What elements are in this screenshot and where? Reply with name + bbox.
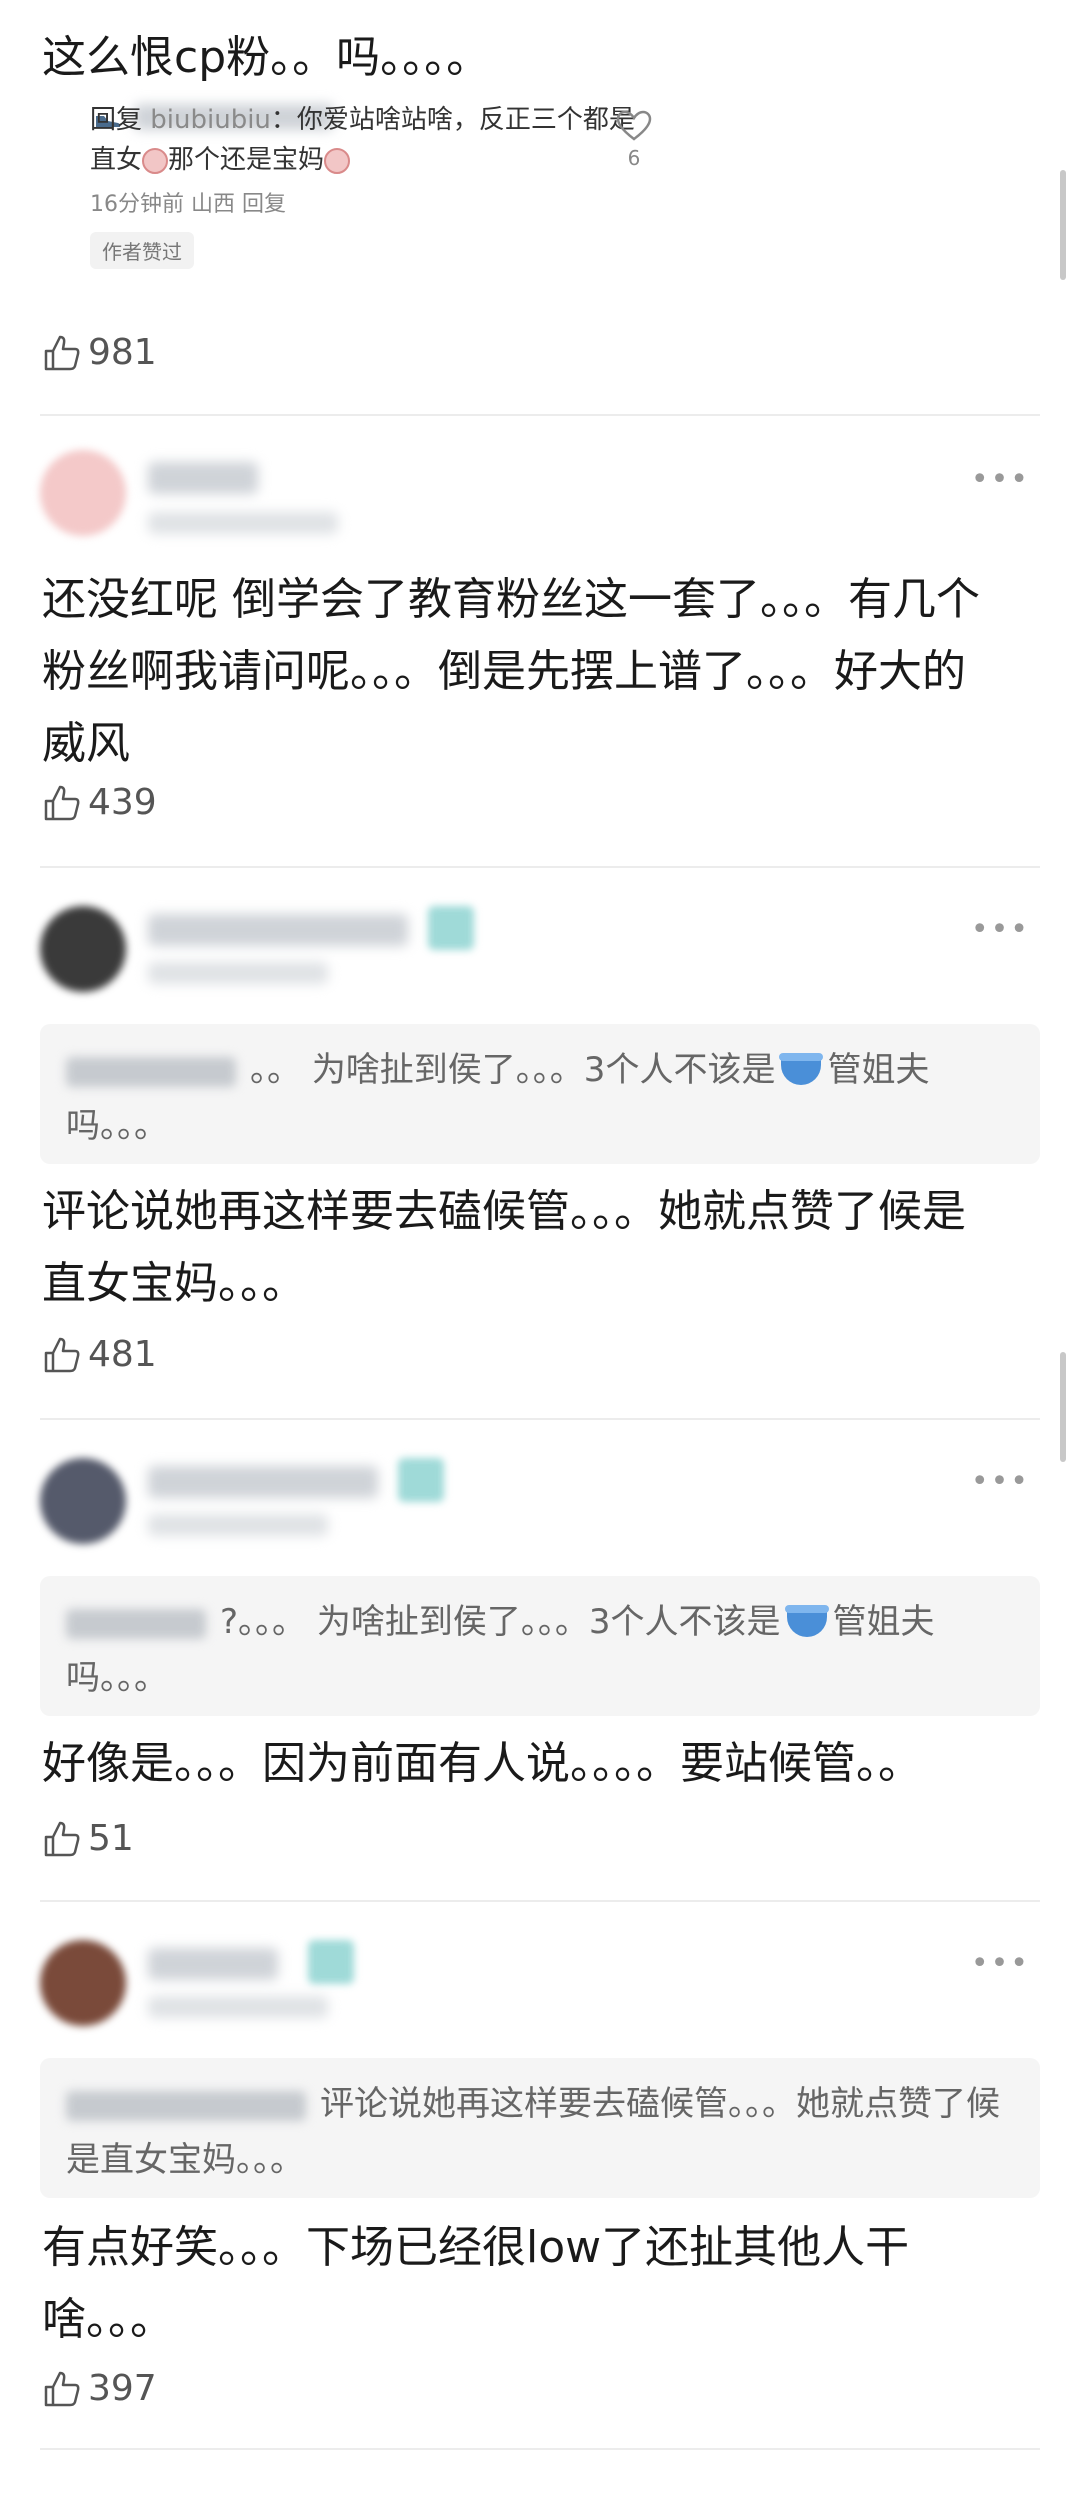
like-button[interactable]: 397 (42, 2368, 157, 2409)
thumbs-up-icon (44, 2371, 80, 2406)
bowl-icon (784, 1604, 829, 1637)
quoted-user-blur (66, 1056, 236, 1087)
more-options-icon[interactable]: ••• (971, 1464, 1030, 1499)
more-options-icon[interactable]: ••• (971, 912, 1030, 947)
like-count: 481 (88, 1334, 157, 1375)
more-options-icon[interactable]: ••• (971, 1946, 1030, 1981)
quoted-user-blur (66, 1608, 206, 1639)
heart-icon (616, 110, 652, 141)
comment-text: 这么恨cp粉。。吗。。。。 (42, 32, 491, 83)
bowl-icon (779, 1052, 824, 1085)
like-count: 397 (88, 2368, 157, 2409)
thumbs-up-icon (44, 1821, 80, 1856)
meta-blur (148, 512, 338, 534)
quote-text: ?。。。 为啥扯到侯了。。。3个人不该是 管姐夫吗。。。 (66, 1594, 1006, 1706)
comment-text: 好像是。。。因为前面有人说。。。。要站候管。。 (42, 1738, 922, 1789)
like-button[interactable]: 439 (42, 782, 157, 823)
comment-text: 有点好笑。。。下场已经很low了还扯其他人干啥。。。 (42, 2222, 910, 2345)
scrollbar-thumb[interactable] (1060, 170, 1066, 280)
divider (40, 1900, 1040, 1902)
badge-icon (428, 906, 474, 950)
thumbs-up-icon (44, 335, 80, 370)
avatar[interactable] (40, 906, 126, 992)
crying-face-icon (142, 147, 169, 174)
badge-icon (398, 1458, 444, 1502)
avatar[interactable] (40, 1940, 126, 2026)
username-blur (148, 914, 408, 946)
quote-content-1: 为啥扯到侯了。。。3个人不该是 (316, 1602, 781, 1642)
like-button[interactable]: 51 (42, 1818, 134, 1859)
reply-content: 回复 biubiubiu：你爱站啥站啥，反正三个都是直女 那个还是宝妈 (90, 100, 650, 180)
thumbs-up-icon (44, 1337, 80, 1372)
reply-time: 16分钟前 (90, 192, 184, 217)
reply-prefix: 回复 (90, 105, 143, 135)
like-count: 439 (88, 782, 157, 823)
more-options-icon[interactable]: ••• (971, 462, 1030, 497)
like-count: 981 (88, 332, 157, 373)
reply-link[interactable]: 回复 (242, 192, 286, 217)
quoted-reply: 评论说她再这样要去磕候管。。。她就点赞了候是直女宝妈。。。 (40, 2058, 1040, 2198)
comment-text: 评论说她再这样要去磕候管。。。她就点赞了候是直女宝妈。。。 (42, 1186, 966, 1309)
reply-user-link[interactable]: biubiubiu (150, 105, 271, 135)
quote-prefix: 。。 (250, 1050, 301, 1090)
quoted-reply: ?。。。 为啥扯到侯了。。。3个人不该是 管姐夫吗。。。 (40, 1576, 1040, 1716)
divider (40, 1418, 1040, 1420)
like-button[interactable]: 981 (42, 332, 157, 373)
divider (40, 414, 1040, 416)
like-button[interactable]: 481 (42, 1334, 157, 1375)
quote-prefix: ?。。。 (220, 1602, 307, 1642)
author-liked-tag: 作者赞过 (90, 232, 194, 269)
reply-content-2: 那个还是宝妈 (168, 145, 325, 175)
quote-text: 。。 为啥扯到侯了。。。3个人不该是 管姐夫吗。。。 (66, 1042, 1006, 1154)
meta-blur (148, 1996, 328, 2018)
reply-location: 山西 (191, 192, 236, 217)
username-blur (148, 1948, 278, 1980)
reply-meta: 16分钟前 山西 回复 (90, 186, 650, 218)
meta-blur (148, 962, 328, 984)
like-count: 51 (88, 1818, 134, 1859)
quote-text: 评论说她再这样要去磕候管。。。她就点赞了候是直女宝妈。。。 (66, 2076, 1006, 2188)
divider (40, 866, 1040, 868)
scrollbar-thumb[interactable] (1060, 1352, 1066, 1462)
heart-count: 6 (627, 146, 641, 170)
quoted-reply: 。。 为啥扯到侯了。。。3个人不该是 管姐夫吗。。。 (40, 1024, 1040, 1164)
thumbs-up-icon (44, 785, 80, 820)
divider (40, 2448, 1040, 2450)
heart-button[interactable]: 6 (614, 110, 654, 170)
avatar[interactable] (40, 1458, 126, 1544)
crying-face-icon (324, 147, 351, 174)
badge-icon (308, 1940, 354, 1984)
reply-block: 回复 biubiubiu：你爱站啥站啥，反正三个都是直女 那个还是宝妈 16分钟前… (90, 100, 650, 269)
avatar[interactable] (40, 450, 126, 536)
meta-blur (148, 1514, 328, 1536)
comment-text: 还没红呢 倒学会了教育粉丝这一套了。。。有几个粉丝啊我请问呢。。。倒是先摆上谱了… (42, 574, 980, 769)
quoted-user-blur (66, 2090, 306, 2121)
quote-content-1: 为啥扯到侯了。。。3个人不该是 (311, 1050, 776, 1090)
username-blur (148, 462, 258, 494)
username-blur (148, 1466, 378, 1498)
